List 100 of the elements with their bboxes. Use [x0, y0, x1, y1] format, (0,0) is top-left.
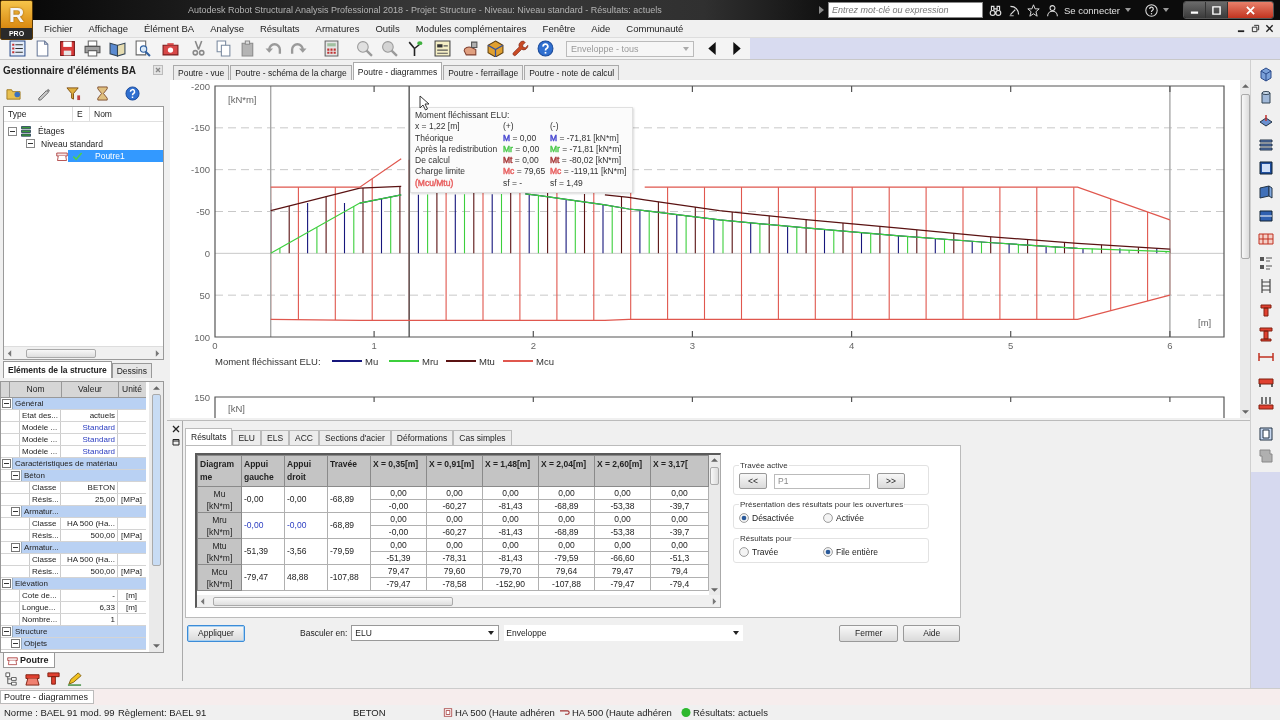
- i-beam-icon[interactable]: [1257, 325, 1274, 342]
- satellite-dish-icon[interactable]: [1008, 3, 1021, 17]
- collapse-toggle-icon[interactable]: [2, 627, 11, 636]
- property-value[interactable]: 500,00: [61, 530, 118, 541]
- scroll-left-icon[interactable]: [200, 597, 205, 605]
- scroll-left-icon[interactable]: [7, 349, 12, 357]
- hand-icon[interactable]: [462, 40, 479, 57]
- property-value[interactable]: 25,00: [61, 494, 118, 505]
- print-preview-icon[interactable]: [134, 40, 151, 57]
- vertical-scrollbar[interactable]: [149, 382, 163, 652]
- restore-icon[interactable]: [172, 438, 180, 446]
- expand-arrow-icon[interactable]: [819, 6, 824, 14]
- panel-icon[interactable]: [1257, 207, 1274, 224]
- pencil-icon[interactable]: [67, 671, 82, 686]
- property-value[interactable]: -: [61, 590, 118, 601]
- property-value[interactable]: HA 500 (Ha...: [61, 554, 118, 565]
- menu-item[interactable]: Fichier: [36, 21, 81, 36]
- property-value[interactable]: BETON: [61, 482, 118, 493]
- horizontal-scrollbar[interactable]: [4, 346, 163, 359]
- column-header[interactable]: Valeur: [61, 382, 118, 397]
- scrollbar-thumb[interactable]: [1240, 94, 1250, 259]
- collapse-toggle-icon[interactable]: [2, 399, 11, 408]
- group-header[interactable]: Elévation: [12, 578, 146, 589]
- tree-view-icon[interactable]: [4, 671, 19, 686]
- apply-button[interactable]: Appliquer: [187, 624, 245, 642]
- property-value[interactable]: Standard: [61, 446, 118, 457]
- menu-item[interactable]: Résultats: [251, 21, 308, 36]
- tab[interactable]: Poutre - schéma de la charge: [230, 65, 352, 80]
- sign-in-button[interactable]: Se connecter: [1059, 4, 1120, 16]
- vertical-scrollbar[interactable]: [709, 455, 720, 595]
- left-arrow-icon[interactable]: [707, 42, 717, 55]
- column-header[interactable]: Unité: [118, 382, 145, 397]
- column-header[interactable]: Nom: [90, 107, 163, 121]
- menu-item[interactable]: Aide: [583, 21, 619, 36]
- hourglass-icon[interactable]: [95, 85, 111, 101]
- property-value[interactable]: Standard: [61, 434, 118, 445]
- tab[interactable]: Poutre: [3, 653, 55, 668]
- group-header[interactable]: Béton: [21, 470, 146, 481]
- book-icon[interactable]: [109, 40, 126, 57]
- grid-icon[interactable]: [1257, 231, 1274, 248]
- branch-icon[interactable]: [406, 40, 423, 57]
- column-header[interactable]: Type: [4, 107, 73, 121]
- property-value[interactable]: Standard: [61, 422, 118, 433]
- tab[interactable]: Poutre - diagrammes: [352, 62, 443, 80]
- tab[interactable]: ELS: [261, 430, 290, 445]
- radio-option[interactable]: Travée: [739, 547, 823, 557]
- previous-button[interactable]: <<: [739, 473, 767, 489]
- tab[interactable]: ACC: [289, 430, 319, 445]
- group-header[interactable]: Caractéristiques de matériau: [12, 458, 146, 469]
- tree-item[interactable]: Étages: [35, 125, 68, 138]
- case-dropdown[interactable]: Enveloppe: [504, 625, 744, 641]
- camera-icon[interactable]: [162, 40, 179, 57]
- scroll-up-icon[interactable]: [152, 385, 160, 390]
- undo-icon[interactable]: [265, 40, 282, 57]
- collapse-toggle-icon[interactable]: [2, 579, 11, 588]
- tab[interactable]: ELU: [232, 430, 261, 445]
- tab[interactable]: Poutre - note de calcul: [524, 65, 620, 80]
- scrollbar-thumb[interactable]: [213, 596, 453, 606]
- collapse-toggle-icon[interactable]: [11, 507, 20, 516]
- star-icon[interactable]: [1027, 3, 1040, 17]
- beam-load-icon[interactable]: [1257, 396, 1274, 413]
- beam-icon[interactable]: [25, 671, 40, 686]
- close-icon[interactable]: [172, 425, 180, 433]
- tab[interactable]: Résultats: [185, 428, 233, 445]
- copy-icon[interactable]: [215, 40, 232, 57]
- property-value[interactable]: HA 500 (Ha...: [61, 518, 118, 529]
- collapse-toggle-icon[interactable]: [26, 139, 35, 149]
- vertical-scrollbar[interactable]: [1240, 80, 1250, 418]
- property-value[interactable]: 6,33: [61, 602, 118, 613]
- scrollbar-thumb[interactable]: [710, 467, 719, 485]
- l-shape-icon[interactable]: [1257, 448, 1274, 464]
- save-icon[interactable]: [59, 40, 76, 57]
- scroll-down-icon[interactable]: [152, 644, 160, 649]
- column-header[interactable]: Nom: [9, 382, 61, 397]
- search-field[interactable]: Entrez mot-clé ou expression: [828, 2, 983, 18]
- caret-icon[interactable]: [1163, 8, 1169, 12]
- restore-icon[interactable]: [1251, 24, 1260, 33]
- wall-icon[interactable]: [1257, 183, 1274, 200]
- group-header[interactable]: Structure: [12, 626, 146, 637]
- menu-item[interactable]: Communauté: [618, 21, 692, 36]
- tab[interactable]: Cas simples: [453, 430, 512, 445]
- menu-item[interactable]: Analyse: [202, 21, 252, 36]
- right-arrow-icon[interactable]: [732, 42, 742, 55]
- t-section-icon[interactable]: [1257, 301, 1274, 318]
- collapse-toggle-icon[interactable]: [2, 459, 11, 468]
- collapse-toggle-icon[interactable]: [8, 126, 17, 136]
- wrench-icon[interactable]: [512, 40, 529, 57]
- menu-item[interactable]: Fenêtre: [534, 21, 584, 36]
- scroll-down-icon[interactable]: [711, 588, 718, 593]
- cube-icon[interactable]: [487, 40, 504, 57]
- scroll-up-icon[interactable]: [711, 457, 718, 462]
- tab[interactable]: Poutre - vue: [173, 65, 230, 80]
- scroll-down-icon[interactable]: [1241, 410, 1249, 415]
- menu-item[interactable]: Affichage: [80, 21, 136, 36]
- radio-option[interactable]: Activée: [823, 513, 907, 523]
- help-button[interactable]: Aide: [903, 624, 961, 642]
- scrollbar-thumb[interactable]: [26, 348, 96, 358]
- collapse-toggle-icon[interactable]: [11, 639, 20, 648]
- shelf-icon[interactable]: [1257, 136, 1274, 153]
- horizontal-scrollbar[interactable]: [197, 595, 720, 607]
